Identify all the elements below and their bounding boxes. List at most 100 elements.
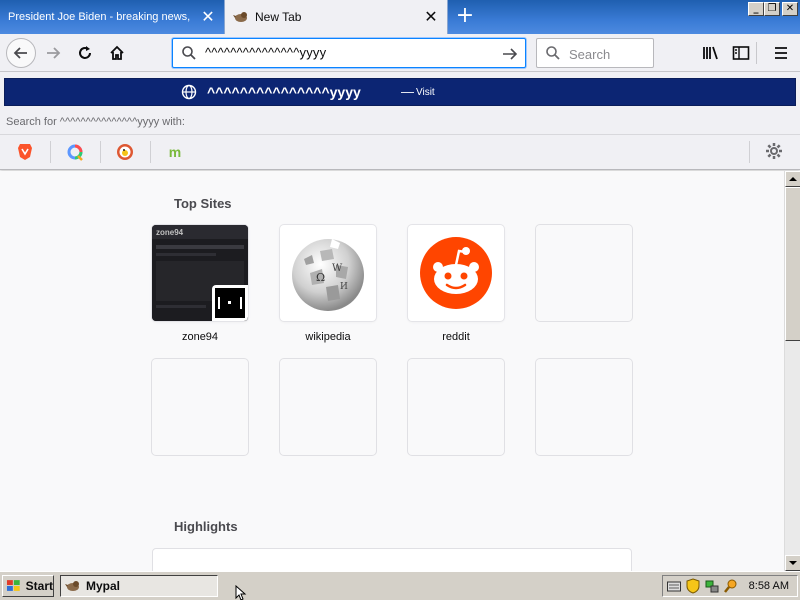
sidebar-button[interactable] [726, 38, 756, 68]
reload-icon [79, 46, 91, 59]
brave-icon [18, 144, 32, 160]
tab-title: New Tab [255, 10, 302, 24]
taskbar: Start Mypal 8:58 AM [0, 571, 800, 600]
svg-text:И: И [340, 282, 348, 292]
top-site-tile-empty[interactable] [536, 359, 632, 455]
top-site-tile-wikipedia[interactable]: Ω W И [280, 225, 376, 321]
scroll-thumb[interactable] [785, 187, 800, 341]
tab-strip: President Joe Biden - breaking news, v ✕… [0, 0, 800, 34]
top-site-label: zone94 [181, 331, 219, 343]
windows-logo-icon [6, 580, 20, 591]
highlights-heading: Highlights [174, 519, 238, 534]
back-button[interactable] [6, 38, 36, 68]
tab-new-tab[interactable]: New Tab ✕ [224, 0, 448, 34]
search-placeholder: Search [569, 47, 611, 62]
one-off-search-engines: m [0, 134, 800, 168]
search-bar[interactable]: Search [536, 38, 654, 68]
start-label: Start [25, 579, 53, 593]
tab-title: President Joe Biden - breaking news, v [8, 11, 190, 23]
tab-biden-news[interactable]: President Joe Biden - breaking news, v ✕ [0, 0, 224, 34]
pong-icon [215, 288, 245, 318]
mojeek-icon: m [168, 144, 182, 160]
reload-button[interactable] [70, 38, 100, 68]
keyboard-icon[interactable] [666, 578, 682, 594]
svg-text:W: W [332, 263, 343, 274]
wikipedia-globe-icon: Ω W И [292, 239, 364, 311]
duckduckgo-icon [117, 144, 133, 160]
top-site-tile-zone94[interactable]: zone94 [152, 225, 248, 321]
mouse-cursor-icon [235, 584, 247, 600]
suggestion-action: Visit [416, 87, 435, 98]
chevron-down-icon [789, 561, 797, 565]
network-icon[interactable] [704, 578, 720, 594]
highlights-card[interactable] [152, 548, 632, 571]
search-icon [181, 45, 197, 64]
duckduckgo-search-button[interactable] [114, 141, 136, 163]
autocomplete-suggestion[interactable]: ^^^^^^^^^^^^^^^yyyy — Visit [4, 78, 796, 106]
library-button[interactable] [696, 38, 726, 68]
suggestion-separator: — [401, 84, 414, 99]
chevron-up-icon [789, 177, 797, 181]
svg-text:Ω: Ω [316, 271, 325, 284]
start-button[interactable]: Start [2, 575, 54, 597]
navigation-toolbar: ^^^^^^^^^^^^^^^yyyy Search [0, 34, 800, 72]
new-tab-button[interactable]: + [452, 4, 478, 30]
shield-icon[interactable] [685, 578, 701, 594]
vertical-scrollbar[interactable] [784, 171, 800, 571]
brave-search-button[interactable] [14, 141, 36, 163]
url-input[interactable]: ^^^^^^^^^^^^^^^yyyy [205, 45, 326, 60]
engine-separator [150, 141, 151, 163]
top-site-tile-reddit[interactable] [408, 225, 504, 321]
toolbar-separator [756, 42, 757, 64]
suggestion-url: ^^^^^^^^^^^^^^^yyyy [207, 84, 361, 100]
home-button[interactable] [102, 38, 132, 68]
mypal-app-icon [65, 581, 79, 591]
minimize-button[interactable]: _ [748, 2, 764, 16]
gear-icon [766, 143, 782, 159]
new-tab-page: Top Sites zone94 zone94 Ω W И wikipedia … [0, 171, 784, 571]
engine-separator [749, 141, 750, 163]
hamburger-menu-icon [775, 47, 787, 59]
zone94-logo: zone94 [156, 228, 184, 237]
restore-button[interactable]: ❐ [764, 2, 780, 16]
window-close-button[interactable]: ✕ [782, 2, 798, 16]
qwant-search-button[interactable] [64, 141, 86, 163]
scroll-down-button[interactable] [785, 555, 800, 571]
tab-close-icon[interactable]: ✕ [423, 9, 439, 25]
engine-separator [50, 141, 51, 163]
back-arrow-icon [13, 47, 27, 59]
menu-button[interactable] [766, 38, 796, 68]
taskbar-item-label: Mypal [86, 579, 121, 593]
search-icon [545, 45, 561, 64]
forward-arrow-icon [47, 47, 61, 59]
tab-close-icon[interactable]: ✕ [200, 9, 216, 25]
taskbar-item-mypal[interactable]: Mypal [60, 575, 218, 597]
search-settings-button[interactable] [764, 141, 786, 163]
top-site-tile-empty[interactable] [152, 359, 248, 455]
url-autocomplete-popup: ^^^^^^^^^^^^^^^yyyy — Visit Search for ^… [0, 72, 800, 170]
top-site-label: reddit [442, 331, 470, 343]
sidebar-icon [732, 46, 750, 60]
top-site-label: wikipedia [305, 331, 351, 343]
top-site-tile-empty[interactable] [280, 359, 376, 455]
globe-icon [181, 84, 197, 103]
search-tray-icon[interactable] [723, 578, 739, 594]
clock[interactable]: 8:58 AM [749, 580, 789, 592]
reddit-alien-icon [420, 237, 492, 309]
engine-separator [100, 141, 101, 163]
top-site-tile-empty[interactable] [408, 359, 504, 455]
scroll-up-button[interactable] [785, 171, 800, 187]
qwant-icon [67, 144, 83, 161]
system-tray: 8:58 AM [662, 575, 798, 597]
mypal-favicon-icon [233, 9, 249, 25]
url-bar[interactable]: ^^^^^^^^^^^^^^^yyyy [172, 38, 526, 68]
mojeek-search-button[interactable]: m [164, 141, 186, 163]
go-arrow-icon[interactable] [501, 45, 519, 66]
zone94-favicon [212, 285, 248, 321]
forward-button[interactable] [38, 38, 68, 68]
library-icon [703, 46, 718, 60]
top-site-tile-empty[interactable] [536, 225, 632, 321]
search-with-label: Search for ^^^^^^^^^^^^^^^yyyy with: [6, 116, 185, 128]
top-sites-heading: Top Sites [174, 196, 232, 211]
home-icon [110, 45, 124, 60]
